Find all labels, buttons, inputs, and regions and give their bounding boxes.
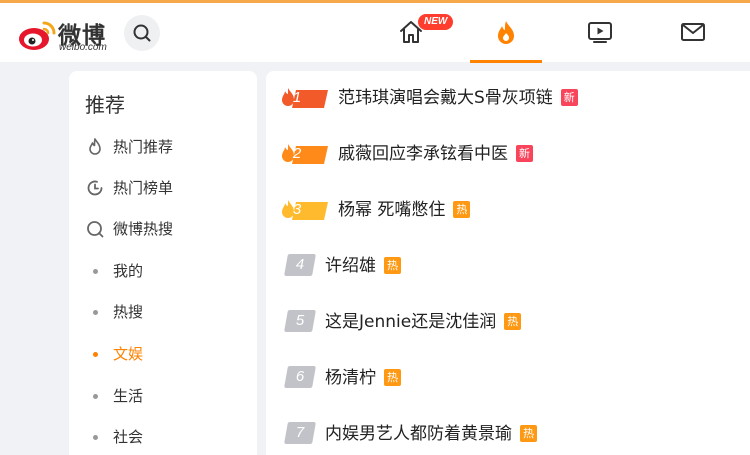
list-item[interactable]: 3 杨幂 死嘴憋住热 <box>266 183 750 239</box>
sidebar-item-label: 我的 <box>113 262 144 280</box>
rank-number: 1 <box>292 89 302 106</box>
hot-list: 1 范玮琪演唱会戴大S骨灰项链新 2 戚薇回应李承铉看中医新 3 杨幂 死嘴憋住… <box>266 71 750 455</box>
rank-number: 6 <box>295 368 305 385</box>
hot-flame-icon <box>498 21 514 44</box>
sidebar-item-hot-search[interactable]: 热搜 <box>85 297 245 327</box>
hot-topic-text: 杨清柠 <box>325 368 376 388</box>
sidebar-item-label: 热门推荐 <box>113 138 174 156</box>
mail-icon <box>681 23 705 41</box>
sidebar-item-label: 热门榜单 <box>113 179 174 197</box>
hot-topic-text: 杨幂 死嘴憋住 <box>338 200 446 220</box>
sidebar-item-mine[interactable]: 我的 <box>85 256 245 286</box>
list-item[interactable]: 7 内娱男艺人都防着黄景瑜热 <box>266 407 750 455</box>
sidebar-item-life[interactable]: 生活 <box>85 381 245 411</box>
hot-topic-text: 许绍雄 <box>325 256 376 276</box>
top-bar: 微博 weibo.com NEW <box>0 0 750 63</box>
hot-topic-text: 内娱男艺人都防着黄景瑜 <box>325 424 512 444</box>
video-icon <box>588 22 612 43</box>
new-tag-badge: 新 <box>560 89 578 106</box>
hot-topic-title[interactable]: 杨清柠热 <box>325 365 401 391</box>
hot-topic-title[interactable]: 许绍雄热 <box>325 253 401 279</box>
sidebar-item-weibo-hot-search[interactable]: 微博热搜 <box>85 214 245 244</box>
nav-video[interactable] <box>585 17 615 47</box>
hot-tag-badge: 热 <box>520 425 537 442</box>
hot-topic-text: 戚薇回应李承铉看中医 <box>338 144 508 164</box>
rank-badge: 5 <box>284 310 316 332</box>
hot-topic-text: 范玮琪演唱会戴大S骨灰项链 <box>338 88 553 108</box>
sidebar-item-label: 生活 <box>113 387 144 405</box>
sidebar-item-label: 微博热搜 <box>113 220 174 238</box>
flame-outline-icon <box>89 138 101 155</box>
clock-ranking-icon <box>87 180 103 196</box>
weibo-logo[interactable]: 微博 weibo.com <box>18 13 114 55</box>
hot-tag-badge: 热 <box>384 369 401 386</box>
new-tag-badge: 新 <box>516 145 533 162</box>
bullet-dot <box>93 310 98 315</box>
hot-tag-badge: 热 <box>504 313 522 330</box>
search-hot-icon <box>87 221 104 238</box>
rank-badge: 6 <box>284 366 316 388</box>
rank-number: 3 <box>292 201 302 218</box>
rank-number: 7 <box>295 424 305 441</box>
hot-topic-title[interactable]: 范玮琪演唱会戴大S骨灰项链新 <box>338 85 578 111</box>
sidebar-item-hot-recommend[interactable]: 热门推荐 <box>85 132 245 162</box>
nav-hot[interactable] <box>491 17 521 47</box>
sidebar-item-label: 文娱 <box>113 345 144 363</box>
rank-number: 2 <box>292 145 302 162</box>
sidebar-item-entertainment[interactable]: 文娱 <box>85 339 245 369</box>
logo-url: weibo.com <box>59 42 107 53</box>
weibo-logo-icon <box>19 21 56 50</box>
sidebar-item-society[interactable]: 社会 <box>85 422 245 452</box>
bullet-dot <box>93 269 98 274</box>
new-badge: NEW <box>418 14 454 30</box>
rank-badge: 7 <box>284 422 316 444</box>
sidebar-item-label: 热搜 <box>113 303 144 321</box>
active-nav-underline <box>470 60 542 63</box>
hot-tag-badge: 热 <box>453 201 471 218</box>
list-item[interactable]: 5 这是Jennie还是沈佳润热 <box>266 295 750 351</box>
sidebar-item-hot-ranking[interactable]: 热门榜单 <box>85 173 245 203</box>
bullet-dot <box>93 352 98 357</box>
hot-topic-title[interactable]: 戚薇回应李承铉看中医新 <box>338 141 533 167</box>
nav-messages[interactable] <box>678 17 708 47</box>
rank-badge: 4 <box>284 254 316 276</box>
sidebar: 推荐 热门推荐 热门榜单 微博热搜 我的 热搜 文娱 生活 社会 <box>69 71 257 455</box>
rank-number: 5 <box>295 312 305 329</box>
list-item[interactable]: 2 戚薇回应李承铉看中医新 <box>266 127 750 183</box>
list-item[interactable]: 4 许绍雄热 <box>266 239 750 295</box>
hot-topic-title[interactable]: 这是Jennie还是沈佳润热 <box>325 309 522 335</box>
hot-topic-text: 这是Jennie还是沈佳润 <box>325 312 497 332</box>
hot-tag-badge: 热 <box>384 257 401 274</box>
bullet-dot <box>93 394 98 399</box>
list-item[interactable]: 1 范玮琪演唱会戴大S骨灰项链新 <box>266 71 750 127</box>
hot-topic-title[interactable]: 杨幂 死嘴憋住热 <box>338 197 471 223</box>
bullet-dot <box>93 435 98 440</box>
search-button[interactable] <box>124 15 160 51</box>
hot-topic-title[interactable]: 内娱男艺人都防着黄景瑜热 <box>325 421 537 447</box>
search-icon <box>133 24 151 42</box>
rank-number: 4 <box>295 256 305 273</box>
list-item[interactable]: 6 杨清柠热 <box>266 351 750 407</box>
sidebar-title: 推荐 <box>85 93 125 117</box>
sidebar-item-label: 社会 <box>113 428 144 446</box>
